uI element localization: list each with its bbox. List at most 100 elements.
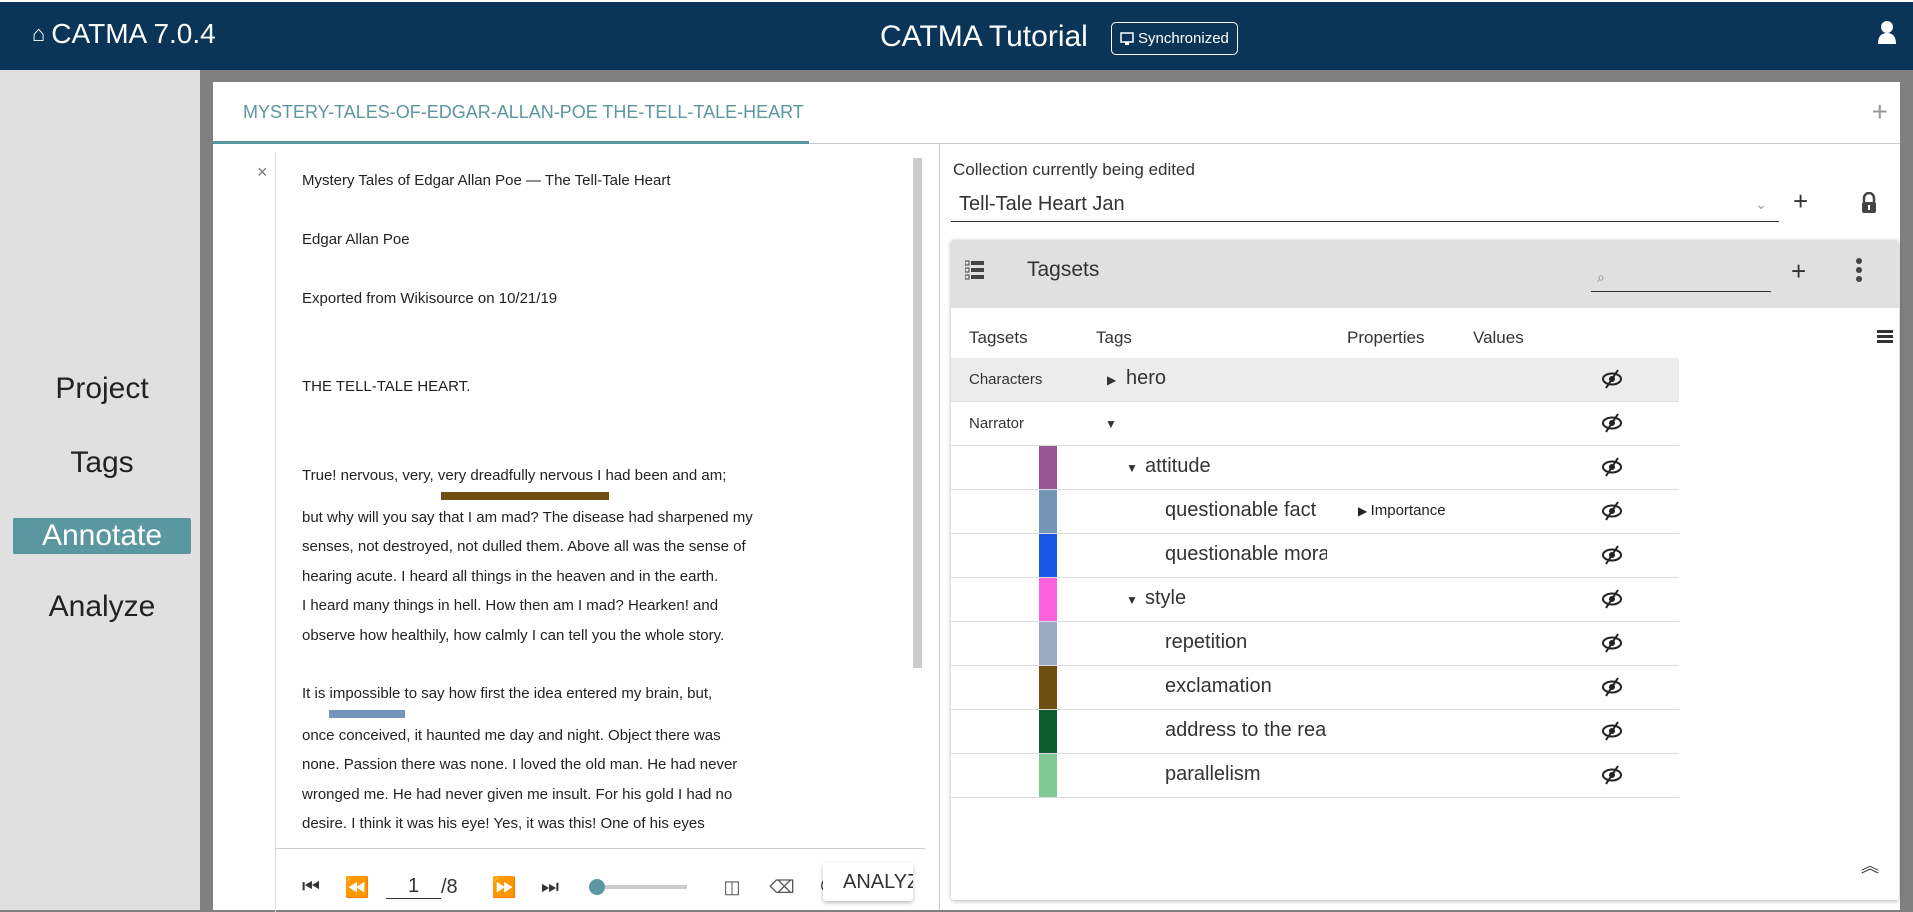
reader-scrollbar[interactable] [913,158,922,668]
tag-row[interactable]: questionable moral [951,534,1679,578]
collapse-up-icon[interactable]: ︽ [1861,852,1879,878]
panel-divider[interactable] [939,144,940,910]
lock-icon[interactable] [1861,192,1877,214]
text-line[interactable]: observe how healthily, how calmly I can … [302,627,724,644]
collection-select[interactable]: Tell-Tale Heart Jan ⌄ [951,186,1779,222]
text-line[interactable]: hearing acute. I heard all things in the… [302,568,718,585]
tag-name[interactable]: questionable moral [1165,543,1327,566]
tag-name[interactable]: address to the reader [1165,719,1327,742]
last-page-icon[interactable]: ⏭ [527,876,573,899]
visibility-off-icon[interactable] [1601,633,1623,653]
columns-view-icon[interactable]: ◫ [707,877,757,898]
user-icon[interactable] [1877,20,1897,44]
tag-row[interactable]: ▼ attitude [951,446,1679,490]
zoom-slider-thumb[interactable] [589,879,605,895]
text-line[interactable]: Mystery Tales of Edgar Allan Poe — The T… [302,172,671,189]
eraser-icon[interactable]: ⌫ [757,877,807,898]
column-menu-icon[interactable] [1877,330,1893,345]
app-brand[interactable]: ⌂ CATMA 7.0.4 [32,18,216,50]
text-line[interactable]: Edgar Allan Poe [302,231,410,248]
tab-document[interactable]: MYSTERY-TALES-OF-EDGAR-ALLAN-POE THE-TEL… [213,82,809,182]
text-line[interactable]: THE TELL-TALE HEART. [302,378,470,395]
annotation-marker-questionable-fact[interactable] [329,710,405,718]
visibility-off-icon[interactable] [1601,765,1623,785]
tag-color-swatch[interactable] [1039,666,1057,709]
tag-color-swatch[interactable] [1039,534,1057,577]
text-line[interactable]: senses, not destroyed, not dulled them. … [302,538,746,555]
add-tagset-button[interactable]: + [1791,256,1806,287]
nav-item-annotate[interactable]: Annotate [13,518,191,554]
tagset-list-icon [965,260,984,280]
text-line[interactable]: wronged me. He had never given me insult… [302,786,732,803]
previous-page-icon[interactable]: ⏪ [334,875,380,900]
add-tab-button[interactable]: + [1872,96,1888,128]
reader-footer-divider [275,848,925,849]
add-collection-button[interactable]: + [1793,186,1808,217]
expand-property-icon[interactable]: ▶ [1358,504,1371,518]
annotation-marker-exclamation[interactable] [441,492,609,500]
tag-color-swatch[interactable] [1039,710,1057,753]
tagset-search-input[interactable]: ⌕ [1591,260,1771,292]
app-name: CATMA 7.0.4 [51,18,216,49]
visibility-off-icon[interactable] [1601,501,1623,521]
more-options-icon[interactable] [1856,258,1862,285]
text-line[interactable]: Exported from Wikisource on 10/21/19 [302,290,557,307]
analyze-button[interactable]: ANALYZE [823,863,913,901]
tag-name[interactable]: questionable fact [1165,499,1316,522]
text-line[interactable]: True! nervous, very, very dreadfully ner… [302,467,726,484]
first-page-icon[interactable]: ⏮ [288,876,334,899]
tag-row[interactable]: address to the reader [951,710,1679,754]
tag-row[interactable]: Characters ▶ hero [951,358,1679,402]
close-tab-icon[interactable]: × [257,162,268,182]
visibility-off-icon[interactable] [1601,457,1623,477]
tag-property[interactable]: ▶ Importance [1358,502,1446,519]
tag-color-swatch[interactable] [1039,578,1057,621]
tagsets-title: Tagsets [1027,258,1100,281]
text-line[interactable]: once conceived, it haunted me day and ni… [302,727,721,744]
visibility-off-icon[interactable] [1601,545,1623,565]
tag-name[interactable]: style [1145,587,1186,610]
column-header-values[interactable]: Values [1473,328,1524,348]
text-line[interactable]: desire. I think it was his eye! Yes, it … [302,815,705,832]
text-line[interactable]: It is impossible to say how first the id… [302,685,712,702]
visibility-off-icon[interactable] [1601,677,1623,697]
text-line[interactable]: but why will you say that I am mad? The … [302,509,753,526]
nav-item-analyze[interactable]: Analyze [13,589,191,625]
tag-row[interactable]: ▼ style [951,578,1679,622]
tag-color-swatch[interactable] [1039,446,1057,489]
tag-row[interactable]: Narrator ▼ [951,402,1679,446]
sync-status-text: Synchronized [1138,30,1229,47]
text-line[interactable]: none. Passion there was none. I loved th… [302,756,737,773]
visibility-off-icon[interactable] [1601,413,1623,433]
next-page-icon[interactable]: ⏩ [481,875,527,900]
tag-row[interactable]: questionable fact ▶ Importance [951,490,1679,534]
tag-row[interactable]: exclamation [951,666,1679,710]
column-header-tags[interactable]: Tags [1096,328,1132,348]
nav-item-tags[interactable]: Tags [13,445,191,481]
page-number-input[interactable] [386,875,441,899]
visibility-off-icon[interactable] [1601,721,1623,741]
tag-row[interactable]: parallelism [951,754,1679,798]
visibility-off-icon[interactable] [1601,589,1623,609]
property-name: Importance [1370,502,1446,519]
column-header-tagsets[interactable]: Tagsets [969,328,1028,348]
tag-name[interactable]: attitude [1145,455,1211,478]
sync-status-badge[interactable]: Synchronized [1111,22,1238,55]
collapse-caret-icon[interactable]: ▼ [1126,593,1138,607]
tag-name[interactable]: repetition [1165,631,1247,654]
tag-name[interactable]: exclamation [1165,675,1272,698]
tag-name[interactable]: parallelism [1165,763,1261,786]
tag-row[interactable]: repetition [951,622,1679,666]
text-line[interactable]: I heard many things in hell. How then am… [302,597,718,614]
expand-caret-icon[interactable]: ▶ [1107,373,1116,387]
tag-color-swatch[interactable] [1039,754,1057,797]
visibility-off-icon[interactable] [1601,369,1623,389]
tag-color-swatch[interactable] [1039,622,1057,665]
nav-item-project[interactable]: Project [13,371,191,407]
collapse-caret-icon[interactable]: ▼ [1105,417,1117,431]
zoom-slider[interactable] [589,877,689,897]
tag-name[interactable]: hero [1126,367,1166,390]
column-header-properties[interactable]: Properties [1347,328,1424,348]
collapse-caret-icon[interactable]: ▼ [1126,461,1138,475]
tag-color-swatch[interactable] [1039,490,1057,533]
